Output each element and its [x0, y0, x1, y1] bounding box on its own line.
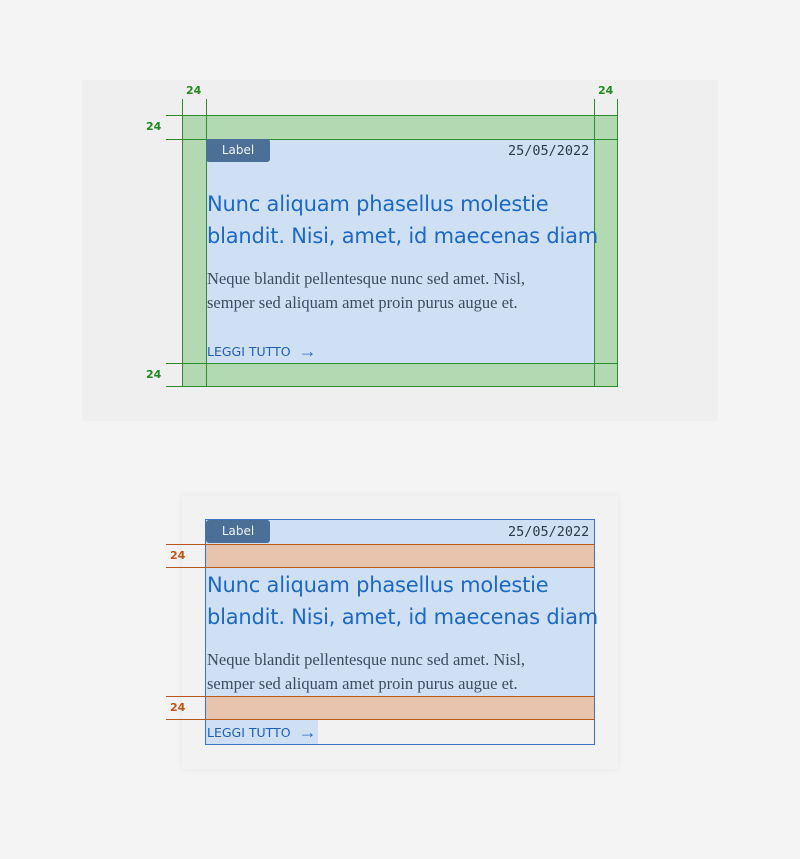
guide-top-outer — [166, 115, 618, 116]
card-body: Neque blandit pellentesque nunc sed amet… — [207, 267, 607, 315]
card-title[interactable]: Nunc aliquam phasellus molestie blandit.… — [207, 569, 607, 633]
card-title-line-1: Nunc aliquam phasellus molestie — [207, 192, 549, 216]
guide-bottom-outer — [166, 386, 618, 387]
read-more-label: LEGGI TUTTO — [207, 724, 291, 740]
card-date: 25/05/2022 — [508, 524, 590, 540]
card-title-line-2: blandit. Nisi, amet, id maecenas diam — [207, 224, 599, 248]
dimension-label-bottom: 24 — [146, 368, 162, 381]
dimension-label-gap-footer: 24 — [170, 701, 186, 714]
dimension-label-gap-header: 24 — [170, 549, 186, 562]
dimension-label-right: 24 — [598, 84, 614, 97]
guide-gap2-top — [166, 696, 594, 697]
guide-left-outer — [182, 99, 183, 387]
card-body-line-2: semper sed aliquam amet proin purus augu… — [207, 674, 518, 693]
card-label-badge: Label — [206, 520, 270, 543]
card-label-badge: Label — [206, 139, 270, 162]
card-date: 25/05/2022 — [508, 143, 590, 159]
guide-gap1-bottom — [166, 567, 594, 568]
dimension-label-top: 24 — [146, 120, 162, 133]
card-body: Neque blandit pellentesque nunc sed amet… — [207, 648, 607, 696]
read-more-label: LEGGI TUTTO — [207, 343, 291, 359]
card-body-line-1: Neque blandit pellentesque nunc sed amet… — [207, 269, 525, 288]
arrow-right-icon: → — [298, 722, 317, 742]
guide-gap2-bottom — [166, 719, 594, 720]
guide-bottom-inner — [166, 363, 618, 364]
card-title-line-1: Nunc aliquam phasellus molestie — [207, 573, 549, 597]
read-more-link[interactable]: LEGGI TUTTO → — [207, 342, 317, 360]
card-body-line-2: semper sed aliquam amet proin purus augu… — [207, 293, 518, 312]
card-title[interactable]: Nunc aliquam phasellus molestie blandit.… — [207, 188, 607, 252]
card-body-line-1: Neque blandit pellentesque nunc sed amet… — [207, 650, 525, 669]
card-title-line-2: blandit. Nisi, amet, id maecenas diam — [207, 605, 599, 629]
guide-right-outer — [617, 99, 618, 387]
arrow-right-icon: → — [298, 341, 317, 361]
read-more-link[interactable]: LEGGI TUTTO → — [207, 723, 317, 741]
dimension-label-left: 24 — [186, 84, 202, 97]
guide-gap1-top — [166, 544, 594, 545]
